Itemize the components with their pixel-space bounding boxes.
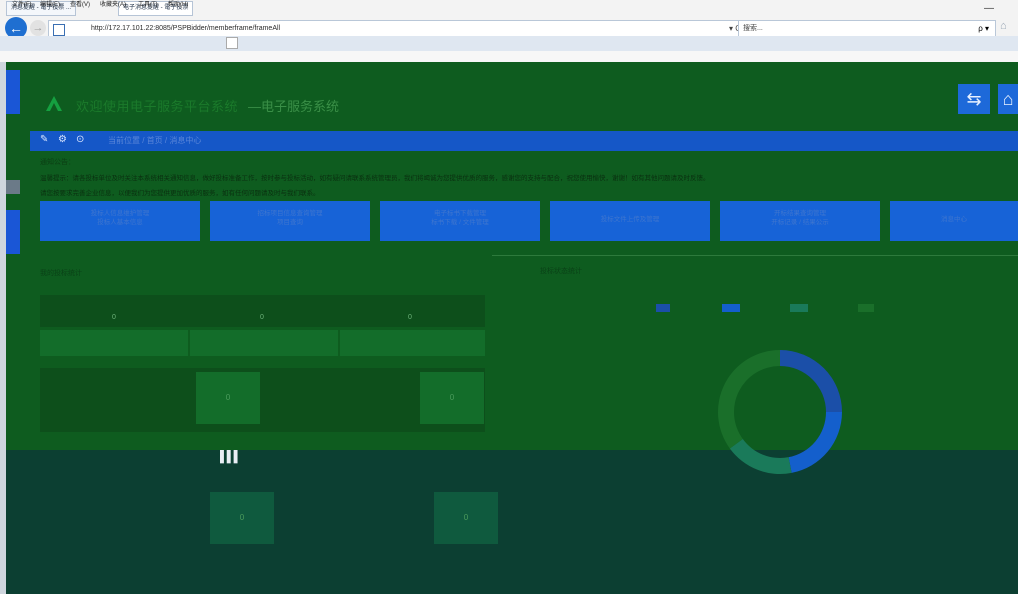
legend-chip — [858, 304, 874, 312]
menu-edit[interactable]: 编辑(E) — [40, 0, 60, 11]
edit-icon[interactable]: ✎ — [40, 134, 48, 145]
quick-link-label: 投标文件上传及管理 — [600, 216, 660, 223]
quick-link-label: 消息中心 — [941, 216, 967, 223]
quick-link-sublabel: 投标人基本信息 — [97, 218, 143, 226]
quick-link-bidder-info[interactable]: 投标人信息维护管理 投标人基本信息 — [40, 201, 200, 241]
system-name: 欢迎使用电子服务平台系统 — [76, 99, 239, 114]
donut-slice — [718, 350, 780, 449]
stat-value: 0 — [408, 314, 412, 321]
menu-file[interactable]: 文件(F) — [12, 0, 32, 11]
stat-header-cell — [190, 330, 338, 356]
legend-chip — [790, 304, 808, 312]
switch-icon[interactable]: ⇆ — [958, 84, 990, 114]
gear-icon[interactable]: ⚙ — [58, 134, 67, 145]
forward-icon[interactable]: → — [30, 20, 46, 36]
notice-title: 通知公告： — [40, 159, 75, 166]
home-icon[interactable]: ⌂ — [1000, 20, 1007, 32]
page-footer-area — [6, 450, 1018, 594]
minimize-icon[interactable]: — — [984, 3, 994, 14]
logo — [46, 96, 62, 111]
stat-grid-cell: 0 — [434, 492, 498, 544]
section-title-status-chart: 投标状态统计 — [540, 268, 582, 275]
stat-grid-cell: 0 — [210, 492, 274, 544]
status-donut-chart — [718, 350, 842, 474]
quick-link-project-query[interactable]: 招标项目信息查询管理 项目查询 — [210, 201, 370, 241]
stat-value: 0 — [112, 314, 116, 321]
notice-text: 温馨提示：请各投标单位及时关注本系统相关通知信息，做好投标准备工作，按时参与投标… — [40, 175, 710, 182]
system-subtitle: —电子服务系统 — [248, 99, 340, 114]
side-tab[interactable] — [6, 70, 20, 114]
tab-strip — [0, 36, 1018, 51]
breadcrumb: 当前位置 / 首页 / 消息中心 — [108, 136, 202, 145]
search-placeholder: 搜索... — [743, 25, 763, 32]
quick-link-results[interactable]: 开标结果查询管理 开标记录 / 结果公示 — [720, 201, 880, 241]
search-icon[interactable]: ρ ▾ — [978, 21, 989, 37]
cursor-artifact: ▌▌▌ — [220, 451, 241, 463]
section-title-my-stats: 我的投标统计 — [40, 270, 82, 277]
side-tab[interactable] — [6, 210, 20, 254]
quick-link-label: 投标人信息维护管理 — [90, 210, 150, 217]
donut-slice — [788, 412, 842, 473]
home-icon[interactable]: ⌂ — [998, 84, 1018, 114]
menu-favorites[interactable]: 收藏夹(A) — [100, 0, 126, 11]
quick-link-label: 招标项目信息查询管理 — [257, 210, 323, 217]
quick-link-messages[interactable]: 消息中心 — [890, 201, 1018, 241]
stats-grid-bg — [40, 368, 485, 432]
quick-link-doc-download[interactable]: 电子标书下载管理 标书下载 / 文件管理 — [380, 201, 540, 241]
notice-text: 请您按要求完善企业信息，以便我们为您提供更加优质的服务，如有任何问题请及时与我们… — [40, 190, 320, 197]
stat-grid-cell: 0 — [420, 372, 484, 424]
stat-header-cell — [340, 330, 485, 356]
side-marker — [6, 180, 20, 194]
menu-help[interactable]: 帮助(H) — [168, 0, 188, 11]
quick-link-label: 电子标书下载管理 — [434, 210, 486, 217]
quick-link-sublabel: 项目查询 — [277, 218, 303, 226]
user-icon[interactable]: ⊙ — [76, 134, 84, 145]
legend-chip — [722, 304, 740, 312]
menu-tools[interactable]: 工具(T) — [138, 0, 158, 11]
url-text: http://172.17.101.22:8085/PSPBidder/memb… — [91, 25, 281, 32]
stat-grid-cell: 0 — [196, 372, 260, 424]
breadcrumb-bar: ✎ ⚙ ⊙ 当前位置 / 首页 / 消息中心 — [30, 131, 1018, 151]
stat-header-cell — [40, 330, 188, 356]
quick-link-label: 开标结果查询管理 — [774, 210, 826, 217]
quick-link-sublabel: 标书下载 / 文件管理 — [431, 218, 489, 226]
donut-slice — [780, 350, 842, 412]
menu-view[interactable]: 查看(V) — [70, 0, 90, 11]
quick-link-upload[interactable]: 投标文件上传及管理 — [550, 201, 710, 241]
quick-link-sublabel: 开标记录 / 结果公示 — [771, 218, 829, 226]
legend-chip — [656, 304, 670, 312]
menu-bar — [0, 51, 1018, 62]
stat-value: 0 — [260, 314, 264, 321]
divider — [492, 255, 1018, 256]
donut-slice — [729, 439, 792, 474]
page-icon — [53, 24, 65, 36]
new-tab-button[interactable] — [226, 37, 238, 49]
